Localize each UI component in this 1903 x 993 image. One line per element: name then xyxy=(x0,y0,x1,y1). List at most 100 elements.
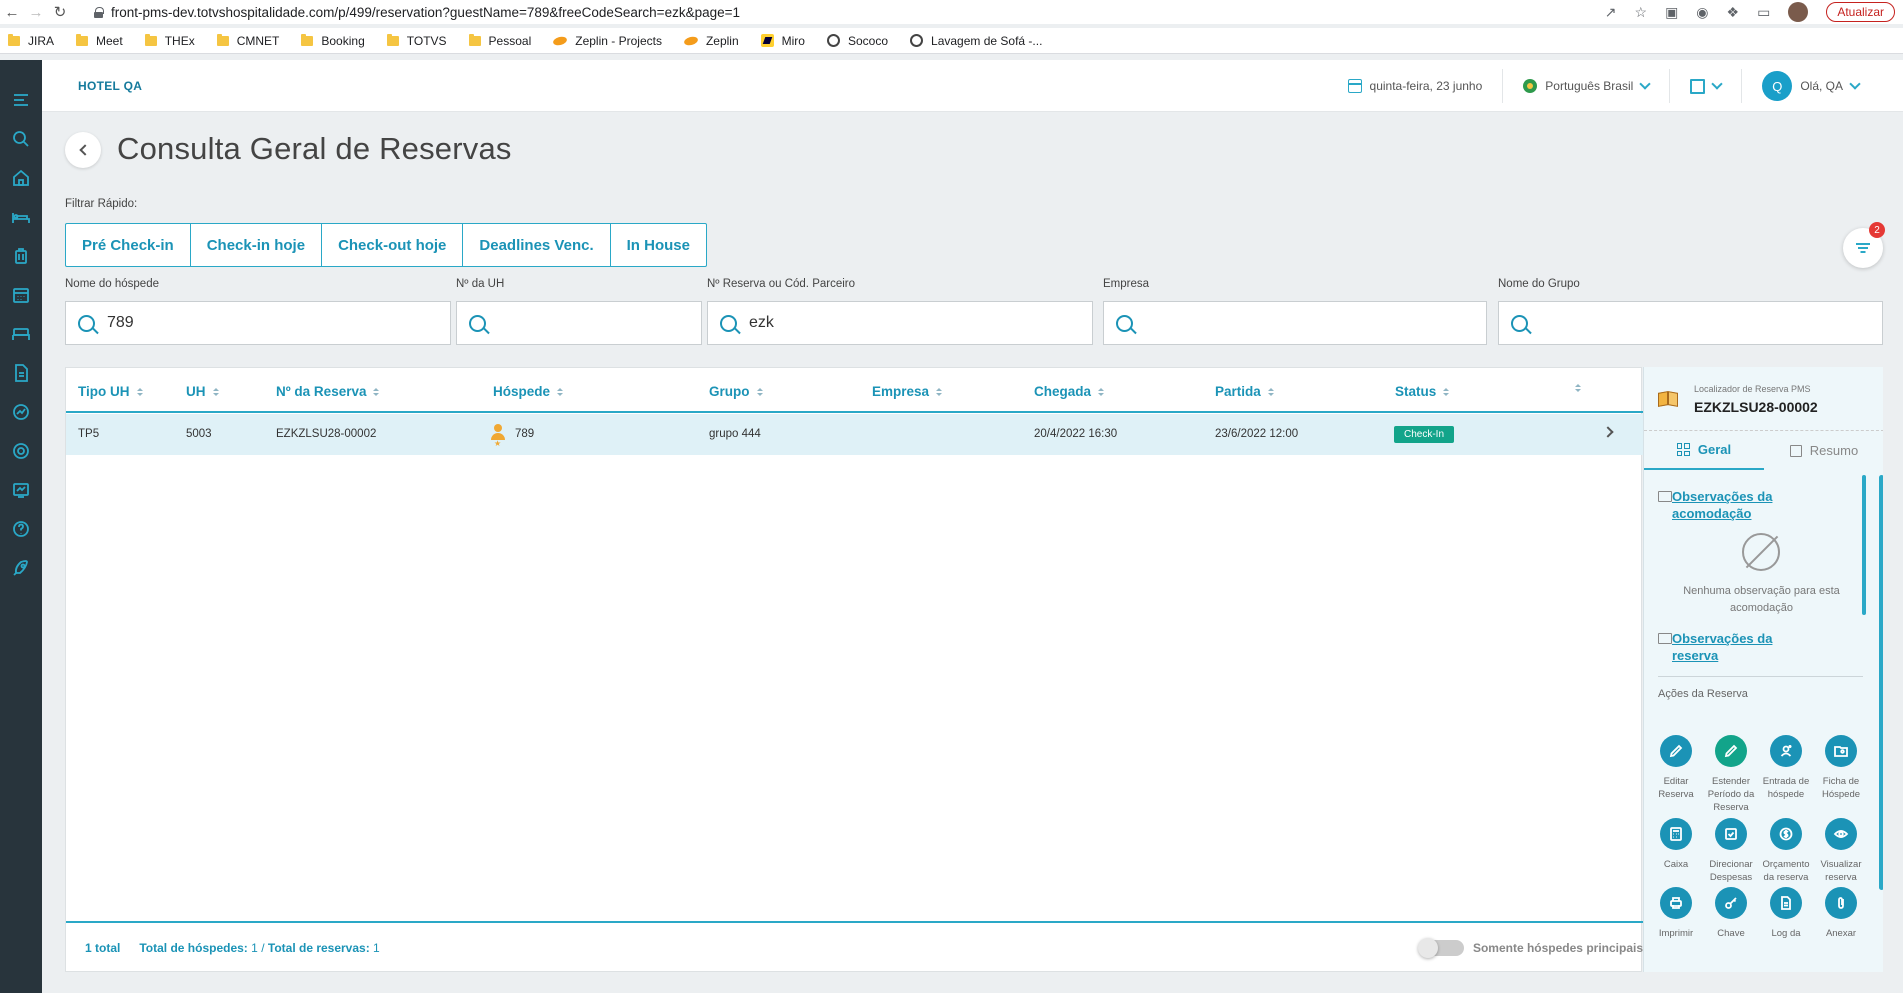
folder-person-icon xyxy=(1825,735,1857,767)
column-guest[interactable]: Hóspede xyxy=(493,384,564,399)
direct-expenses-action[interactable]: Direcionar Despesas xyxy=(1701,818,1761,884)
tab-summary[interactable]: Resumo xyxy=(1764,431,1883,470)
back-button[interactable] xyxy=(65,132,101,168)
extend-period-action[interactable]: Estender Período da Reserva xyxy=(1701,735,1761,814)
group-name-input[interactable] xyxy=(1498,301,1883,345)
guest-name-input[interactable]: 789 xyxy=(65,301,451,345)
bookmark-item[interactable]: Zeplin xyxy=(683,34,739,48)
column-reservation[interactable]: Nº da Reserva xyxy=(276,384,380,399)
bookmark-item[interactable]: Lavagem de Sofá -... xyxy=(910,34,1042,48)
property-selector[interactable] xyxy=(1670,69,1743,103)
folder-icon xyxy=(76,33,89,46)
reservation-code-input[interactable]: ezk xyxy=(707,301,1093,345)
url-text[interactable]: front-pms-dev.totvshospitalidade.com/p/4… xyxy=(111,5,740,20)
update-button[interactable]: Atualizar xyxy=(1826,2,1895,22)
toggle-switch[interactable] xyxy=(1417,938,1464,958)
home-icon[interactable] xyxy=(11,168,31,188)
panel-scrollbar[interactable] xyxy=(1879,475,1883,890)
print-action[interactable]: Imprimir xyxy=(1646,887,1706,940)
reservation-budget-action[interactable]: Orçamento da reserva xyxy=(1756,818,1816,884)
help-icon[interactable] xyxy=(11,519,31,539)
menu-icon[interactable] xyxy=(11,90,31,110)
forward-arrow-icon[interactable]: → xyxy=(24,0,48,24)
quick-filter-pre-checkin[interactable]: Pré Check-in xyxy=(66,224,191,266)
language-selector[interactable]: Português Brasil xyxy=(1503,69,1671,103)
actions-title: Ações da Reserva xyxy=(1658,688,1748,700)
bed-double-icon[interactable] xyxy=(11,324,31,344)
reservations-table: Tipo UH UH Nº da Reserva Hóspede Grupo E… xyxy=(65,367,1643,972)
key-action[interactable]: Chave xyxy=(1701,887,1761,940)
edit-reservation-action[interactable]: Editar Reserva xyxy=(1646,735,1706,801)
target-icon[interactable] xyxy=(11,441,31,461)
bookmark-item[interactable]: CMNET xyxy=(216,33,279,48)
dashboard-icon[interactable] xyxy=(11,480,31,500)
quick-filter-deadlines[interactable]: Deadlines Venc. xyxy=(463,224,611,266)
bookmark-item[interactable]: Sococo xyxy=(826,34,888,48)
share-icon[interactable]: ↗ xyxy=(1605,4,1617,21)
column-company[interactable]: Empresa xyxy=(872,384,943,399)
advanced-filter-button[interactable]: 2 xyxy=(1843,222,1885,268)
inner-scrollbar[interactable] xyxy=(1862,475,1866,615)
zeplin-icon xyxy=(683,34,699,47)
room-number-input[interactable] xyxy=(456,301,702,345)
calendar-grid-icon[interactable] xyxy=(11,285,31,305)
url-field[interactable]: front-pms-dev.totvshospitalidade.com/p/4… xyxy=(94,5,740,20)
camera-icon[interactable]: ◉ xyxy=(1696,4,1708,21)
star-icon[interactable]: ☆ xyxy=(1635,4,1648,21)
column-status[interactable]: Status xyxy=(1395,384,1450,399)
sort-icon xyxy=(136,387,143,396)
room-observations-link[interactable]: Observações da acomodação xyxy=(1672,488,1802,522)
guest-entry-action[interactable]: Entrada de hóspede xyxy=(1756,735,1816,801)
guest-record-action[interactable]: Ficha de Hóspede xyxy=(1811,735,1871,801)
sidepanel-icon[interactable]: ▭ xyxy=(1757,4,1770,21)
calendar-check-icon xyxy=(1715,818,1747,850)
profile-avatar[interactable] xyxy=(1788,2,1809,22)
reload-icon[interactable]: ↻ xyxy=(48,0,72,24)
column-arrival[interactable]: Chegada xyxy=(1034,384,1105,399)
column-departure[interactable]: Partida xyxy=(1215,384,1274,399)
column-room-type[interactable]: Tipo UH xyxy=(78,384,143,399)
cashier-action[interactable]: Caixa xyxy=(1646,818,1706,871)
language-label: Português Brasil xyxy=(1545,79,1634,93)
bookmark-item[interactable]: Booking xyxy=(301,33,365,48)
column-actions-sort[interactable] xyxy=(1575,384,1581,392)
bookmark-item[interactable]: JIRA xyxy=(8,33,54,48)
quick-filter-checkout-today[interactable]: Check-out hoje xyxy=(322,224,464,266)
view-reservation-action[interactable]: Visualizar reserva xyxy=(1811,818,1871,884)
log-action[interactable]: Log da xyxy=(1756,887,1816,940)
user-menu[interactable]: Q Olá, QA xyxy=(1742,69,1879,103)
bookmark-item[interactable]: THEx xyxy=(144,33,195,48)
bookmark-item[interactable]: TOTVS xyxy=(386,33,447,48)
reservation-observations-link[interactable]: Observações da reserva xyxy=(1672,630,1802,664)
attach-action[interactable]: Anexar xyxy=(1811,887,1871,940)
luggage-icon[interactable] xyxy=(11,246,31,266)
column-room[interactable]: UH xyxy=(186,384,219,399)
main-guests-toggle[interactable]: Somente hóspedes principais xyxy=(1417,938,1643,958)
chevron-right-icon[interactable] xyxy=(1602,426,1614,438)
bookmark-item[interactable]: Pessoal xyxy=(468,33,531,48)
room-number-filter: Nº da UH xyxy=(456,278,702,345)
quick-filter-in-house[interactable]: In House xyxy=(611,224,706,266)
bookmark-item[interactable]: Zeplin - Projects xyxy=(552,34,662,48)
search-icon[interactable] xyxy=(11,129,31,149)
puzzle-icon[interactable]: ❖ xyxy=(1727,4,1740,21)
bookmark-item[interactable]: Miro xyxy=(760,34,805,48)
chevron-down-icon xyxy=(1849,78,1861,90)
cell-room-type: TP5 xyxy=(78,428,100,440)
table-row[interactable]: TP5 5003 EZKZLSU28-00002 ★ 789 grupo 444… xyxy=(66,414,1643,455)
extension-icon[interactable]: ▣ xyxy=(1665,4,1678,21)
bookmark-item[interactable]: Meet xyxy=(76,33,123,48)
eye-icon xyxy=(1825,818,1857,850)
bed-icon[interactable] xyxy=(11,207,31,227)
quick-filter-checkin-today[interactable]: Check-in hoje xyxy=(191,224,323,266)
printer-icon xyxy=(1660,887,1692,919)
tab-general[interactable]: Geral xyxy=(1644,431,1764,470)
back-arrow-icon[interactable]: ← xyxy=(0,0,24,24)
detail-tabs: Geral Resumo xyxy=(1644,430,1883,470)
rocket-icon[interactable] xyxy=(11,558,31,578)
reservation-detail-panel: Localizador de Reserva PMS EZKZLSU28-000… xyxy=(1643,367,1883,972)
chart-icon[interactable] xyxy=(11,402,31,422)
company-input[interactable] xyxy=(1103,301,1487,345)
column-group[interactable]: Grupo xyxy=(709,384,763,399)
report-icon[interactable] xyxy=(11,363,31,383)
